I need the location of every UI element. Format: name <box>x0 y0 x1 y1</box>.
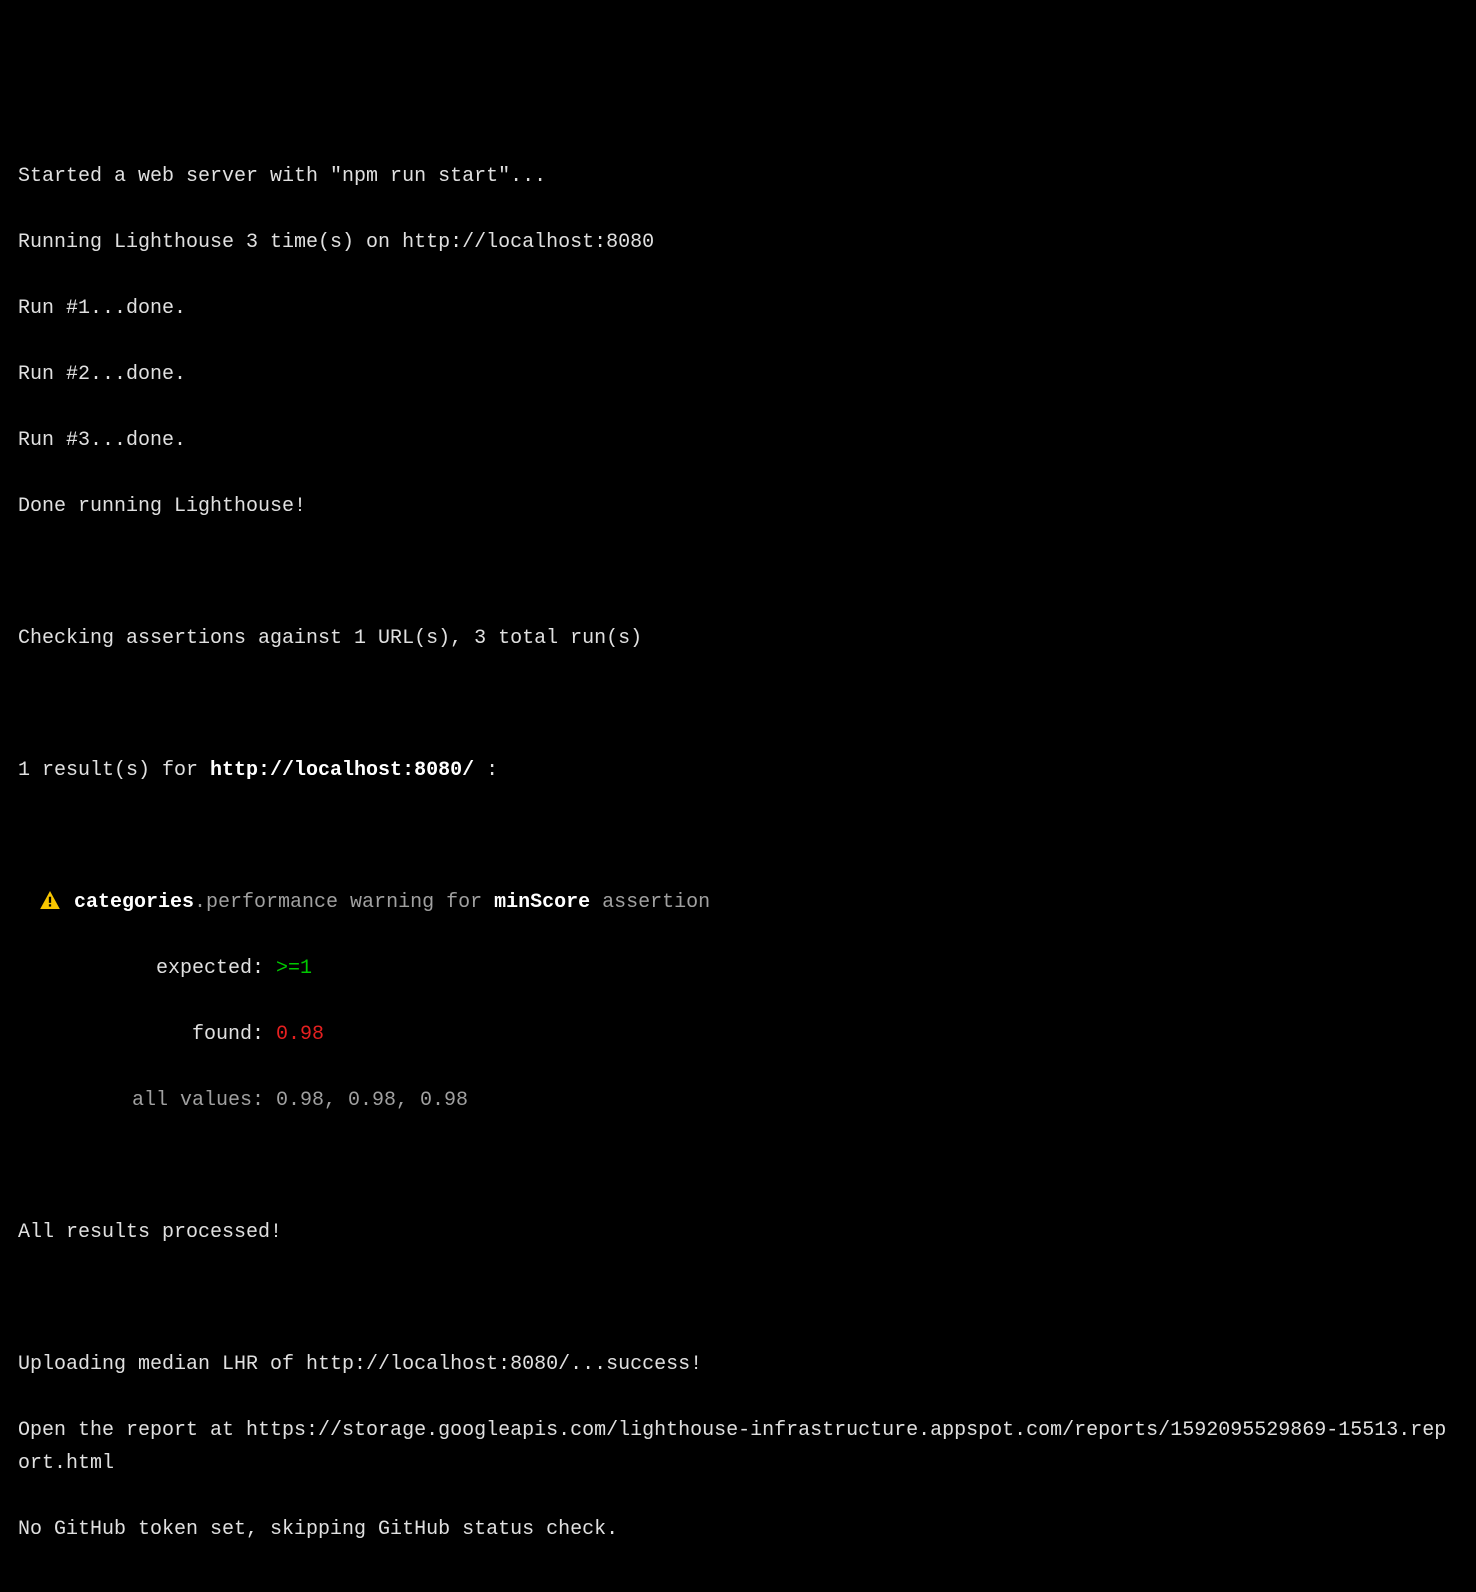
log-uploading: Uploading median LHR of http://localhost… <box>18 1348 1458 1381</box>
log-run3: Run #3...done. <box>18 424 1458 457</box>
all-values-label: all values: <box>18 1084 264 1117</box>
log-run2: Run #2...done. <box>18 358 1458 391</box>
found-value: 0.98 <box>276 1018 324 1051</box>
log-running: Running Lighthouse 3 time(s) on http://l… <box>18 226 1458 259</box>
expected-label: expected: <box>18 952 264 985</box>
blank-line <box>18 1150 1458 1183</box>
results-prefix: 1 result(s) for <box>18 759 210 782</box>
results-suffix: : <box>474 759 498 782</box>
assertion-metric-suffix: assertion <box>590 891 710 914</box>
found-row: found: 0.98 <box>18 1018 1458 1051</box>
log-done-running: Done running Lighthouse! <box>18 490 1458 523</box>
all-values-row: all values: 0.98, 0.98, 0.98 <box>18 1084 1458 1117</box>
assertion-metric: minScore <box>494 891 590 914</box>
log-started: Started a web server with "npm run start… <box>18 160 1458 193</box>
assertion-line: categories.performance warning for minSc… <box>18 886 1458 919</box>
log-checking: Checking assertions against 1 URL(s), 3 … <box>18 622 1458 655</box>
all-values-value: 0.98, 0.98, 0.98 <box>276 1084 468 1117</box>
found-label: found: <box>18 1018 264 1051</box>
blank-line <box>18 688 1458 721</box>
results-url: http://localhost:8080/ <box>210 759 474 782</box>
assertion-category-key: categories <box>74 891 194 914</box>
expected-value: >=1 <box>276 952 312 985</box>
expected-row: expected: >=1 <box>18 952 1458 985</box>
blank-line <box>18 820 1458 853</box>
blank-line <box>18 1282 1458 1315</box>
log-run1: Run #1...done. <box>18 292 1458 325</box>
log-results-for: 1 result(s) for http://localhost:8080/ : <box>18 754 1458 787</box>
assertion-category-rest: .performance warning for <box>194 891 494 914</box>
log-no-token: No GitHub token set, skipping GitHub sta… <box>18 1513 1458 1546</box>
log-processed: All results processed! <box>18 1216 1458 1249</box>
warning-icon <box>40 886 62 919</box>
log-open-report: Open the report at https://storage.googl… <box>18 1414 1458 1480</box>
blank-line <box>18 556 1458 589</box>
